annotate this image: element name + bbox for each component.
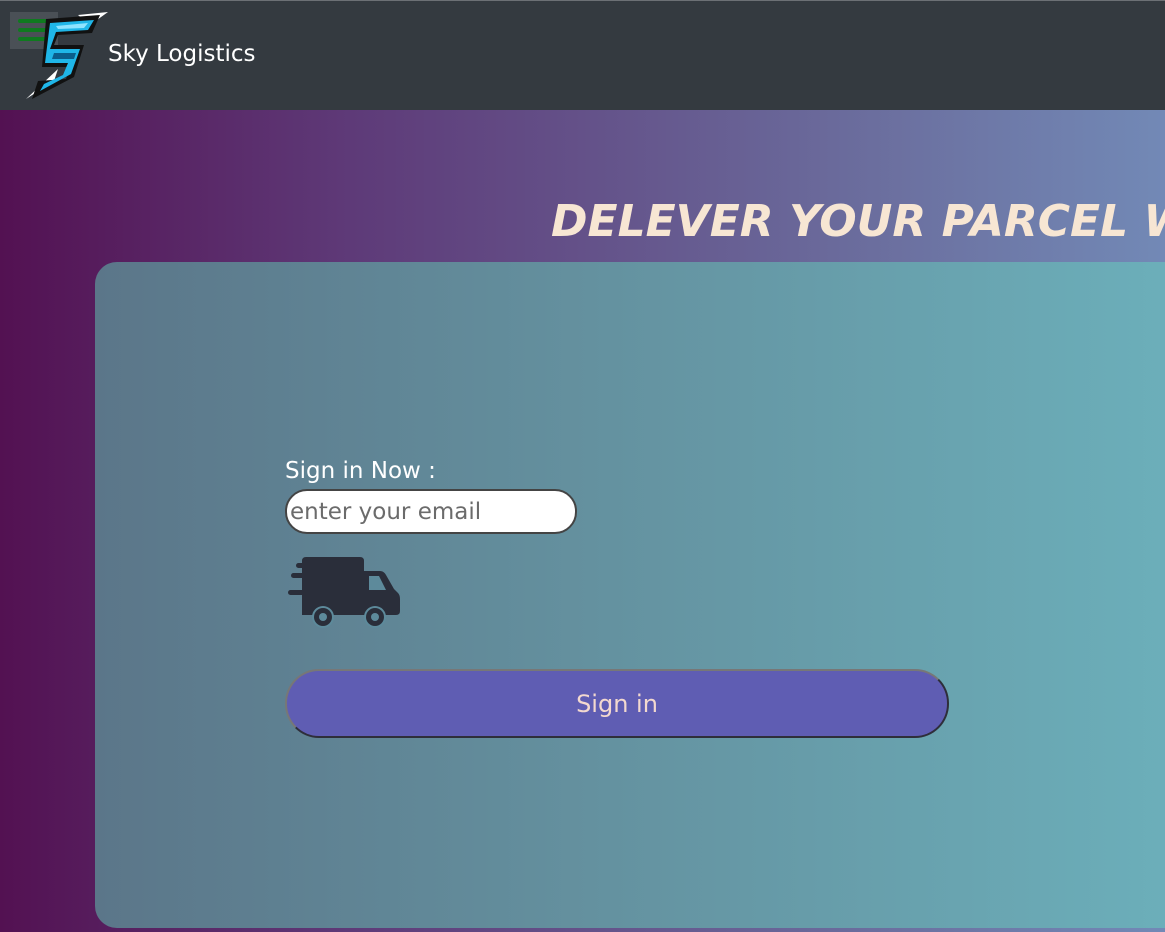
delivery-truck-icon <box>288 557 400 628</box>
brand-name[interactable]: Sky Logistics <box>108 41 256 67</box>
hero-title: DELEVER YOUR PARCEL WI <box>551 196 1165 247</box>
page: Sky Logistics DELEVER YOUR PARCEL WI Sig… <box>0 0 1165 932</box>
lightning-s-logo-icon[interactable] <box>18 11 110 103</box>
signin-button[interactable]: Sign in <box>285 669 949 738</box>
signin-label: Sign in Now : <box>285 458 436 484</box>
signin-card: Sign in Now : Sig <box>95 262 1165 928</box>
email-input[interactable] <box>285 489 577 534</box>
top-navbar: Sky Logistics <box>0 0 1165 110</box>
hero-section: DELEVER YOUR PARCEL WI Sign in Now : ent… <box>0 110 1165 932</box>
